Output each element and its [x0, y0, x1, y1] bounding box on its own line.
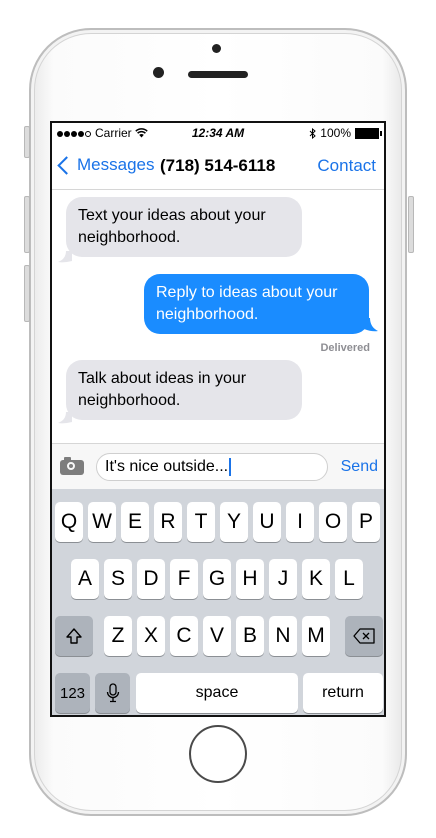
- volume-up-button: [24, 196, 30, 253]
- message-input-bar: It's nice outside... Send: [52, 443, 384, 490]
- key-q[interactable]: Q: [55, 502, 83, 542]
- bluetooth-icon: [309, 127, 317, 139]
- bubble-tail: [58, 412, 72, 424]
- key-w[interactable]: W: [88, 502, 116, 542]
- key-v[interactable]: V: [203, 616, 231, 656]
- key-p[interactable]: P: [352, 502, 380, 542]
- return-key[interactable]: return: [303, 673, 383, 713]
- message-input[interactable]: It's nice outside...: [96, 453, 328, 481]
- key-x[interactable]: X: [137, 616, 165, 656]
- key-k[interactable]: K: [302, 559, 330, 599]
- shift-icon: [66, 628, 82, 644]
- backspace-icon: [353, 628, 375, 644]
- key-t[interactable]: T: [187, 502, 215, 542]
- phone-screen: Carrier 12:34 AM 100% Messages (718) 514…: [50, 121, 386, 717]
- key-n[interactable]: N: [269, 616, 297, 656]
- key-m[interactable]: M: [302, 616, 330, 656]
- delete-key[interactable]: [345, 616, 383, 656]
- battery-info: 100%: [309, 126, 382, 140]
- back-label: Messages: [77, 155, 155, 174]
- key-a[interactable]: A: [71, 559, 99, 599]
- key-u[interactable]: U: [253, 502, 281, 542]
- dictation-key[interactable]: [95, 673, 130, 713]
- message-bubble-incoming[interactable]: Text your ideas about your neighborhood.: [66, 197, 302, 257]
- send-button[interactable]: Send: [341, 458, 378, 476]
- text-cursor: [229, 458, 232, 476]
- chevron-left-icon: [57, 155, 76, 175]
- delivered-status: Delivered: [320, 342, 370, 354]
- contact-button[interactable]: Contact: [317, 156, 376, 176]
- navigation-bar: Messages (718) 514-6118 Contact: [52, 143, 384, 190]
- key-h[interactable]: H: [236, 559, 264, 599]
- bubble-tail: [364, 318, 378, 332]
- key-o[interactable]: O: [319, 502, 347, 542]
- key-g[interactable]: G: [203, 559, 231, 599]
- bubble-tail: [58, 251, 72, 263]
- space-key[interactable]: space: [136, 673, 298, 713]
- microphone-icon: [106, 683, 119, 703]
- proximity-sensor: [212, 44, 221, 53]
- key-y[interactable]: Y: [220, 502, 248, 542]
- key-z[interactable]: Z: [104, 616, 132, 656]
- key-f[interactable]: F: [170, 559, 198, 599]
- camera-icon[interactable]: [60, 457, 84, 475]
- volume-down-button: [24, 265, 30, 322]
- shift-key[interactable]: [55, 616, 93, 656]
- message-input-text: It's nice outside...: [105, 458, 229, 476]
- mute-switch: [24, 126, 30, 158]
- back-button[interactable]: Messages: [57, 155, 154, 175]
- key-i[interactable]: I: [286, 502, 314, 542]
- key-b[interactable]: B: [236, 616, 264, 656]
- status-bar: Carrier 12:34 AM 100%: [52, 123, 384, 143]
- key-r[interactable]: R: [154, 502, 182, 542]
- earpiece-speaker: [188, 71, 248, 78]
- key-e[interactable]: E: [121, 502, 149, 542]
- battery-percent: 100%: [320, 126, 351, 140]
- numbers-key[interactable]: 123: [55, 673, 90, 713]
- key-l[interactable]: L: [335, 559, 363, 599]
- front-camera: [153, 67, 164, 78]
- key-s[interactable]: S: [104, 559, 132, 599]
- message-bubble-outgoing[interactable]: Reply to ideas about your neighborhood.: [144, 274, 369, 334]
- key-j[interactable]: J: [269, 559, 297, 599]
- battery-icon: [355, 127, 382, 139]
- keyboard: Q W E R T Y U I O P A S D F G H J K L Z …: [52, 489, 384, 715]
- home-button[interactable]: [189, 725, 247, 783]
- power-button: [408, 196, 414, 253]
- message-bubble-incoming[interactable]: Talk about ideas in your neighborhood.: [66, 360, 302, 420]
- key-c[interactable]: C: [170, 616, 198, 656]
- conversation-title: (718) 514-6118: [160, 156, 276, 175]
- key-d[interactable]: D: [137, 559, 165, 599]
